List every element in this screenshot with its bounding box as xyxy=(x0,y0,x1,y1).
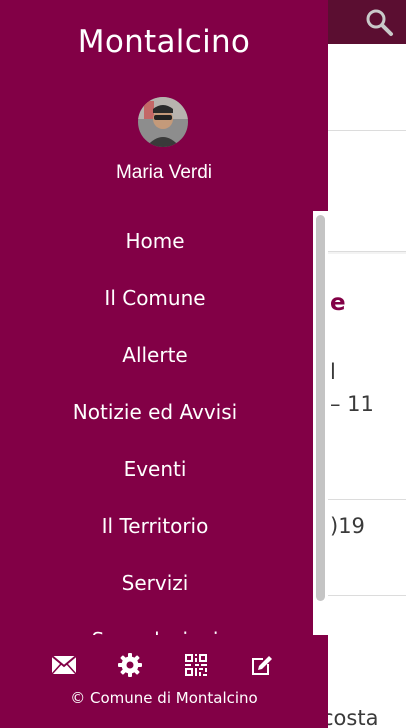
card-date-fragment: )19 xyxy=(330,514,365,538)
drawer-footer-actions xyxy=(0,648,328,682)
user-name: Maria Verdi xyxy=(115,162,213,183)
gear-icon[interactable] xyxy=(113,648,147,682)
nav-item-notizie-ed-avvisi[interactable]: Notizie ed Avvisi xyxy=(0,383,310,440)
nav-item-allerte[interactable]: Allerte xyxy=(0,326,310,383)
search-icon[interactable] xyxy=(364,7,394,37)
avatar[interactable] xyxy=(138,97,188,147)
qr-code-icon[interactable] xyxy=(179,648,213,682)
nav-item-eventi[interactable]: Eventi xyxy=(0,440,310,497)
nav-item-il-territorio[interactable]: Il Territorio xyxy=(0,497,310,554)
scrollbar[interactable] xyxy=(313,211,328,635)
nav-item-segnalazioni[interactable]: Segnalazioni xyxy=(0,611,310,636)
navigation-drawer: Montalcino Maria Verdi Home Il Comune Al… xyxy=(0,0,328,728)
scrollbar-thumb[interactable] xyxy=(316,215,325,601)
card-text-fragment: l xyxy=(330,360,336,384)
card-title-fragment: e xyxy=(330,290,346,316)
copyright-text: © Comune di Montalcino xyxy=(70,689,258,707)
nav-item-servizi[interactable]: Servizi xyxy=(0,554,310,611)
edit-icon[interactable] xyxy=(245,648,279,682)
drawer-nav: Home Il Comune Allerte Notizie ed Avvisi… xyxy=(0,210,328,636)
nav-item-il-comune[interactable]: Il Comune xyxy=(0,269,310,326)
card-text-fragment: costa xyxy=(322,706,379,728)
drawer-title: Montalcino xyxy=(77,24,251,60)
envelope-icon[interactable] xyxy=(47,648,81,682)
card-text-fragment: – 11 xyxy=(330,392,374,416)
nav-item-home[interactable]: Home xyxy=(0,212,310,269)
